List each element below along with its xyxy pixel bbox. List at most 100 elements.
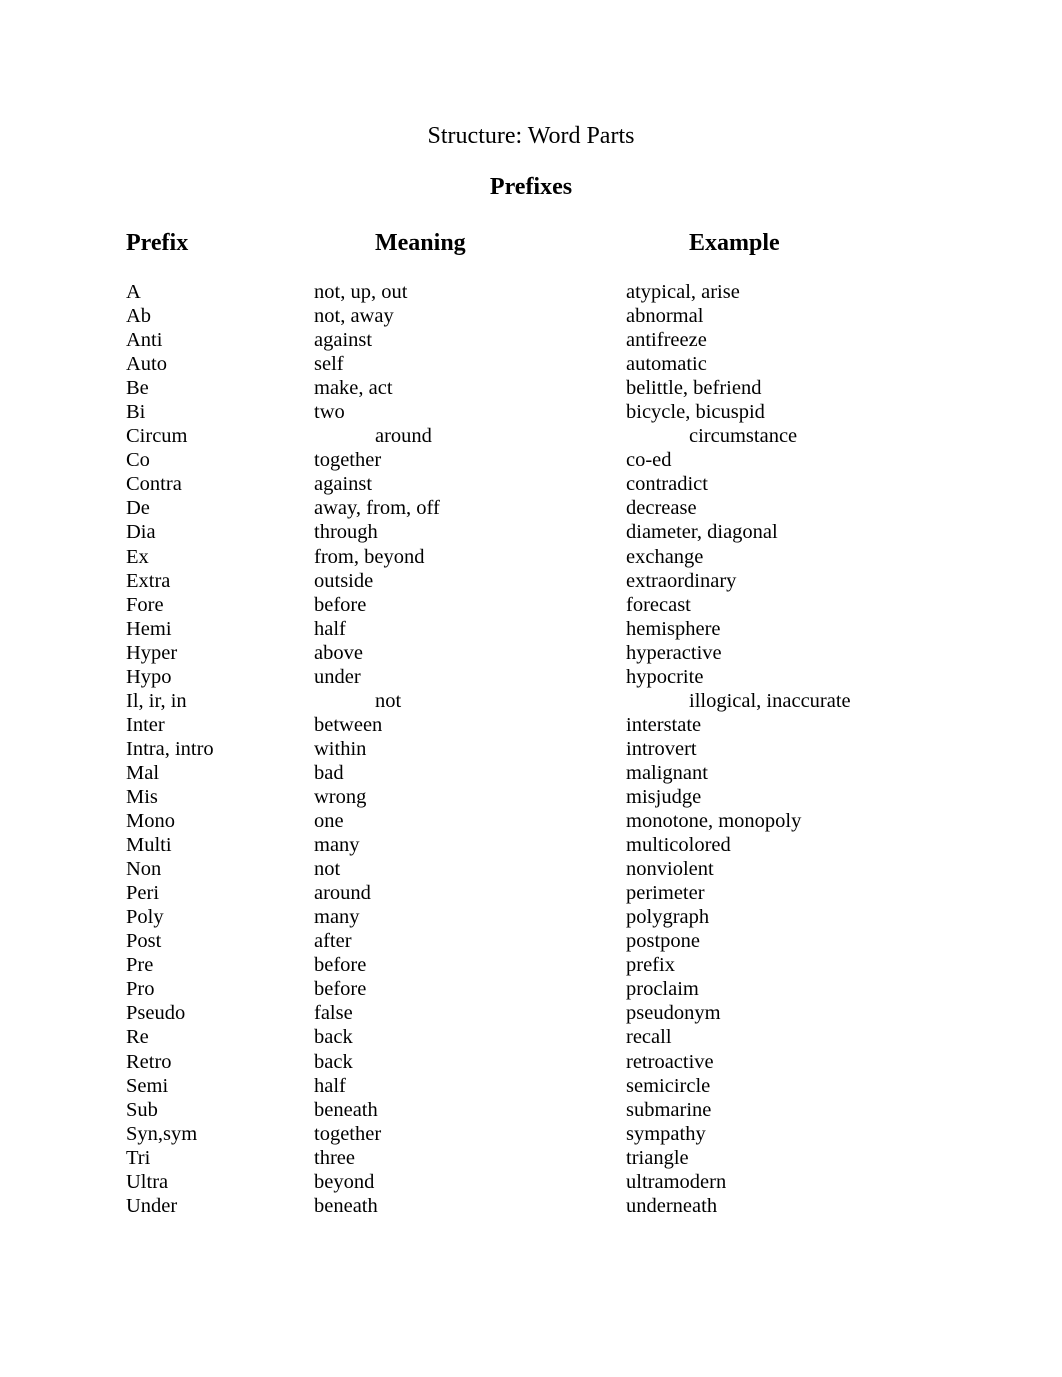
prefix-cell: Retro [126,1050,172,1073]
meaning-cell: away, from, off [314,497,440,520]
prefix-cell: Hypo [126,665,172,688]
prefix-cell: Peri [126,882,160,905]
example-cell: introvert [626,737,697,760]
meaning-cell: together [314,449,382,472]
meaning-cell: before [314,954,367,977]
meaning-cell: false [314,1002,353,1025]
table-row: Non not nonviolent [0,857,1062,881]
prefix-cell: Multi [126,834,172,857]
prefix-cell: Fore [126,593,164,616]
column-header-example: Example [689,230,780,256]
table-row: Mono one monotone, monopoly [0,809,1062,833]
prefix-cell: Re [126,1026,149,1049]
table-row: Inter between interstate [0,713,1062,737]
table-row: Circum around circumstance [0,424,1062,448]
example-cell: atypical, arise [626,281,740,303]
prefix-cell: Ex [126,545,149,568]
table-row: De away, from, off decrease [0,496,1062,520]
example-cell: belittle, befriend [626,377,762,400]
example-cell: forecast [626,593,691,616]
meaning-cell: not [375,689,402,712]
example-cell: decrease [626,497,697,520]
prefix-cell: Semi [126,1074,169,1097]
prefix-cell: Contra [126,473,182,496]
prefix-cell: Post [126,930,162,953]
example-cell: automatic [626,353,707,376]
prefix-cell: Co [126,449,150,472]
meaning-cell: against [314,473,373,496]
example-cell: nonviolent [626,858,714,881]
table-row: Anti against antifreeze [0,328,1062,352]
example-cell: retroactive [626,1050,714,1073]
table-row: Auto self automatic [0,352,1062,376]
meaning-cell: above [314,641,363,664]
table-row: Peri around perimeter [0,881,1062,905]
prefix-cell: Poly [126,906,164,929]
example-cell: misjudge [626,785,702,808]
prefix-cell: Mono [126,810,175,833]
prefix-cell: Be [126,377,149,400]
meaning-cell: not, up, out [314,281,408,303]
column-header-meaning: Meaning [375,230,466,256]
table-row: Pro before proclaim [0,977,1062,1001]
example-cell: prefix [626,954,675,977]
table-row: Under beneath underneath [0,1194,1062,1218]
table-row: Be make, act belittle, befriend [0,376,1062,400]
meaning-cell: wrong [314,785,367,808]
page-title: Structure: Word Parts [427,123,635,149]
prefix-cell: Ultra [126,1170,169,1193]
prefix-cell: Syn,sym [126,1122,198,1145]
meaning-cell: from, beyond [314,545,425,568]
example-cell: triangle [626,1146,689,1169]
meaning-cell: half [314,617,346,640]
meaning-cell: two [314,401,345,424]
example-cell: recall [626,1026,672,1049]
example-cell: polygraph [626,906,710,929]
prefix-cell: Bi [126,401,146,424]
table-row: Pre before prefix [0,953,1062,977]
prefix-cell: Non [126,858,162,881]
prefix-table: Anot, up, out atypical, arise Ab not, away a… [0,280,1062,1218]
prefix-cell: Extra [126,569,171,592]
prefix-cell: Hemi [126,617,172,640]
prefix-cell: Mis [126,785,158,808]
example-cell: monotone, monopoly [626,810,802,833]
example-cell: sympathy [626,1122,706,1145]
table-row: Hypo under hypocrite [0,665,1062,689]
meaning-cell: many [314,906,360,929]
table-row: Contra against contradict [0,472,1062,496]
meaning-cell: not, away [314,305,394,328]
meaning-cell: before [314,593,367,616]
prefix-cell: Circum [126,425,188,448]
table-row: Retro back retroactive [0,1050,1062,1074]
table-row: Poly many polygraph [0,905,1062,929]
table-row: Intra, intro within introvert [0,737,1062,761]
table-row: Syn,sym together sympathy [0,1122,1062,1146]
table-row: Ab not, away abnormal [0,304,1062,328]
table-row: Hyper above hyperactive [0,641,1062,665]
example-cell: hyperactive [626,641,722,664]
example-cell: circumstance [689,425,798,448]
meaning-cell: against [314,329,373,352]
meaning-cell: half [314,1074,346,1097]
example-cell: multicolored [626,834,731,857]
meaning-cell: many [314,834,360,857]
example-cell: co-ed [626,449,672,472]
prefix-cell: Ab [126,305,152,328]
prefix-cell: Auto [126,353,167,376]
prefix-cell: Pre [126,954,154,977]
table-row: Hemi half hemisphere [0,617,1062,641]
meaning-cell: bad [314,761,344,784]
prefix-cell: De [126,497,150,520]
meaning-cell: around [375,425,432,448]
prefix-cell: A [126,281,141,303]
meaning-cell: through [314,521,378,544]
prefix-cell: Pseudo [126,1002,186,1025]
example-cell: submarine [626,1098,712,1121]
meaning-cell: back [314,1050,353,1073]
meaning-cell: three [314,1146,355,1169]
prefix-cell: Intra, intro [126,737,214,760]
prefix-cell: Hyper [126,641,178,664]
prefix-cell: Dia [126,521,156,544]
table-row: Anot, up, out atypical, arise [0,280,1062,304]
